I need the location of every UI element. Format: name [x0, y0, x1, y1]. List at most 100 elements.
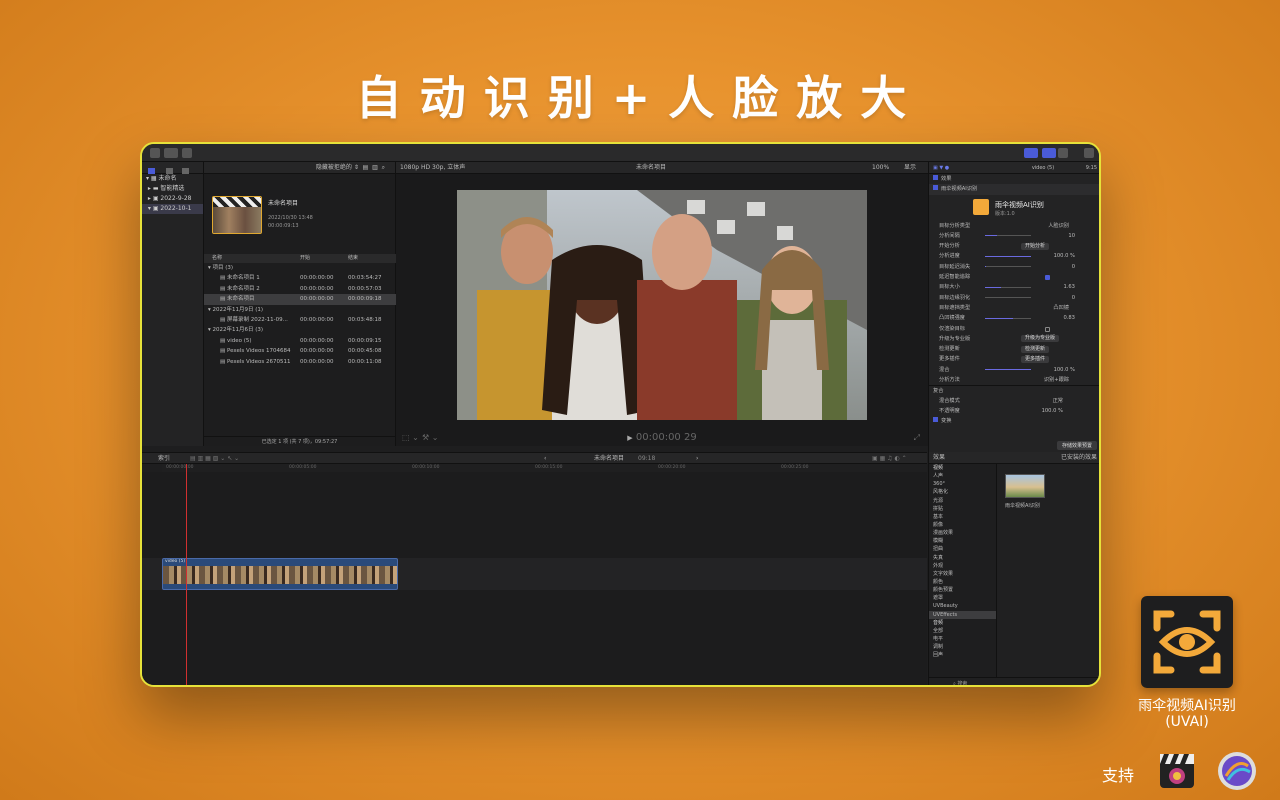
- list-item[interactable]: ▤ video (5) 00:00:00:00 00:00:09:15: [204, 336, 396, 346]
- play-icon[interactable]: ▶: [627, 434, 632, 442]
- effects-category[interactable]: 360°: [929, 480, 996, 488]
- timeline-ruler[interactable]: 00:00:00:00 00:00:05:00 00:00:10:00 00:00:1…: [162, 464, 927, 472]
- param-slider[interactable]: [985, 297, 1031, 299]
- inspector-param-row[interactable]: 目标遮挡类型 凸凹镜: [929, 303, 1099, 313]
- inspector-param-row[interactable]: 目标边缘羽化 0: [929, 293, 1099, 303]
- list-item[interactable]: ▤ 未命名项目 00:00:00:00 00:00:09:18: [204, 294, 396, 305]
- list-item[interactable]: ▾ 项目 (3): [204, 263, 396, 273]
- project-meta: 2022/10/30 13:48 00:00:09:13: [268, 215, 313, 229]
- plugin-row[interactable]: 雨伞视频AI识别: [929, 184, 1099, 195]
- param-button[interactable]: 升级为专业版: [1021, 335, 1060, 343]
- param-slider[interactable]: [985, 369, 1031, 371]
- project-thumbnail[interactable]: [212, 196, 262, 234]
- crop-icon[interactable]: ⬚ ⌄: [402, 430, 419, 446]
- effects-category[interactable]: 扭曲: [929, 545, 996, 553]
- list-item[interactable]: ▤ 未命名项目 1 00:00:00:00 00:03:54:27: [204, 273, 396, 283]
- effects-category[interactable]: 失真: [929, 554, 996, 562]
- inspector-param-row[interactable]: 更多插件 更多插件: [929, 354, 1099, 364]
- inspector-toggle-icon[interactable]: [1058, 148, 1068, 158]
- list-item[interactable]: ▤ Pexels Videos 2670511 00:00:00:00 00:00:…: [204, 357, 396, 367]
- inspector-param-row[interactable]: 目标延迟消失 0: [929, 262, 1099, 272]
- effects-category[interactable]: 音频: [929, 619, 996, 627]
- param-slider[interactable]: [985, 317, 1031, 319]
- inspector-param-row[interactable]: 目标大小 1.63: [929, 282, 1099, 292]
- inspector-param-row[interactable]: 混合 100.0 %: [929, 365, 1099, 375]
- inspector-param-row[interactable]: 升级为专业版 升级为专业版: [929, 334, 1099, 344]
- effects-category[interactable]: 漫画效果: [929, 529, 996, 537]
- effects-category[interactable]: 光源: [929, 497, 996, 505]
- inspector-param-row[interactable]: 检测更新 检测更新: [929, 344, 1099, 354]
- filter-select[interactable]: 隐藏被拒绝的: [316, 164, 352, 171]
- import-icon[interactable]: [150, 148, 160, 158]
- param-checkbox[interactable]: [1045, 275, 1050, 281]
- param-slider[interactable]: [985, 266, 1031, 268]
- check-icon[interactable]: [182, 148, 192, 158]
- inspector-param-row[interactable]: 延迟智能追踪: [929, 272, 1099, 282]
- effects-category[interactable]: 颜像: [929, 521, 996, 529]
- inspector-param-row[interactable]: 开始分析 开始分析: [929, 241, 1099, 251]
- param-checkbox[interactable]: [1045, 326, 1050, 332]
- transform-section[interactable]: 变换: [929, 416, 1099, 426]
- inspector-param-row[interactable]: 目标分析类型 人脸识别: [929, 221, 1099, 231]
- inspector-param-row[interactable]: 仅渲染目标: [929, 324, 1099, 334]
- save-preset-button[interactable]: 存储效果预置: [1056, 441, 1097, 450]
- effects-category[interactable]: 基本: [929, 513, 996, 521]
- effects-category[interactable]: UVEffects: [929, 610, 996, 619]
- library-item[interactable]: ▸ ▬ 智能精选: [142, 184, 203, 194]
- effects-category[interactable]: 全部: [929, 627, 996, 635]
- effects-section[interactable]: 效果: [929, 174, 1099, 184]
- inspector-param-row[interactable]: 分析间隔 10: [929, 231, 1099, 241]
- effects-category[interactable]: 遮罩: [929, 594, 996, 602]
- param-select[interactable]: 识别+跟踪: [1044, 375, 1069, 385]
- playhead[interactable]: [186, 464, 187, 685]
- effects-category[interactable]: UVBeauty: [929, 602, 996, 610]
- layout-icon[interactable]: [1024, 148, 1038, 158]
- param-slider[interactable]: [985, 235, 1031, 237]
- effects-category[interactable]: 拼贴: [929, 505, 996, 513]
- effects-category[interactable]: 人声: [929, 472, 996, 480]
- list-item[interactable]: ▤ 未命名项目 2 00:00:00:00 00:00:57:03: [204, 284, 396, 294]
- video-clip[interactable]: video (5): [162, 558, 398, 590]
- browser-icon[interactable]: [1042, 148, 1056, 158]
- list-item[interactable]: ▾ 2022年11月9日 (1): [204, 305, 396, 315]
- effects-category[interactable]: 文字效果: [929, 570, 996, 578]
- effects-category[interactable]: 电平: [929, 635, 996, 643]
- inspector-tabs-icon[interactable]: ▣ ▼ ●: [933, 162, 949, 174]
- effects-category[interactable]: 回声: [929, 651, 996, 659]
- param-button[interactable]: 开始分析: [1021, 242, 1050, 250]
- list-item[interactable]: ▾ 2022年11月6日 (3): [204, 325, 396, 335]
- param-select[interactable]: 人脸识别: [1048, 221, 1069, 231]
- inspector-param-row[interactable]: 凸凹镜强度 0.83: [929, 313, 1099, 323]
- effects-search[interactable]: ⌕ 搜索: [929, 677, 1099, 685]
- timeline[interactable]: video (5): [142, 472, 927, 685]
- effects-category[interactable]: 风格化: [929, 488, 996, 496]
- share-icon[interactable]: [1084, 148, 1094, 158]
- key-icon[interactable]: [164, 148, 178, 158]
- speed-icon[interactable]: ⚒ ⌄: [422, 430, 438, 446]
- param-button[interactable]: 检测更新: [1021, 345, 1050, 353]
- effects-category[interactable]: 模糊: [929, 537, 996, 545]
- opacity-row[interactable]: 不透明度 100.0 %: [929, 406, 1099, 416]
- blend-mode-row[interactable]: 混合模式 正常: [929, 396, 1099, 406]
- param-select[interactable]: 凸凹镜: [1053, 303, 1069, 313]
- fullscreen-icon[interactable]: ⤢: [914, 430, 920, 446]
- effects-category[interactable]: 视频: [929, 464, 996, 472]
- inspector-param-row[interactable]: 分析方法 识别+跟踪: [929, 375, 1099, 385]
- installed-effects-select[interactable]: 已安装的效果: [1061, 452, 1097, 464]
- param-slider[interactable]: [985, 286, 1031, 288]
- effects-category[interactable]: 外观: [929, 562, 996, 570]
- display-select[interactable]: 显示: [904, 162, 916, 174]
- param-button[interactable]: 更多插件: [1021, 355, 1050, 363]
- effect-thumbnail[interactable]: [1005, 474, 1045, 498]
- inspector-param-row[interactable]: 分析进度 100.0 %: [929, 251, 1099, 261]
- library-item[interactable]: ▸ ▣ 2022-9-28: [142, 194, 203, 204]
- library-item[interactable]: ▾ ▣ 2022-10-1: [142, 204, 203, 214]
- effects-category[interactable]: 调制: [929, 643, 996, 651]
- param-slider[interactable]: [985, 255, 1031, 257]
- list-item[interactable]: ▤ 屏幕录制 2022-11-09... 00:00:00:00 00:03:48:…: [204, 315, 396, 325]
- composite-section[interactable]: 复合: [929, 385, 1099, 395]
- effects-category[interactable]: 颜色: [929, 578, 996, 586]
- list-item[interactable]: ▤ Pexels Videos 1704684 00:00:00:00 00:00:…: [204, 346, 396, 356]
- effects-category[interactable]: 颜色预置: [929, 586, 996, 594]
- zoom-select[interactable]: 100%: [872, 162, 889, 174]
